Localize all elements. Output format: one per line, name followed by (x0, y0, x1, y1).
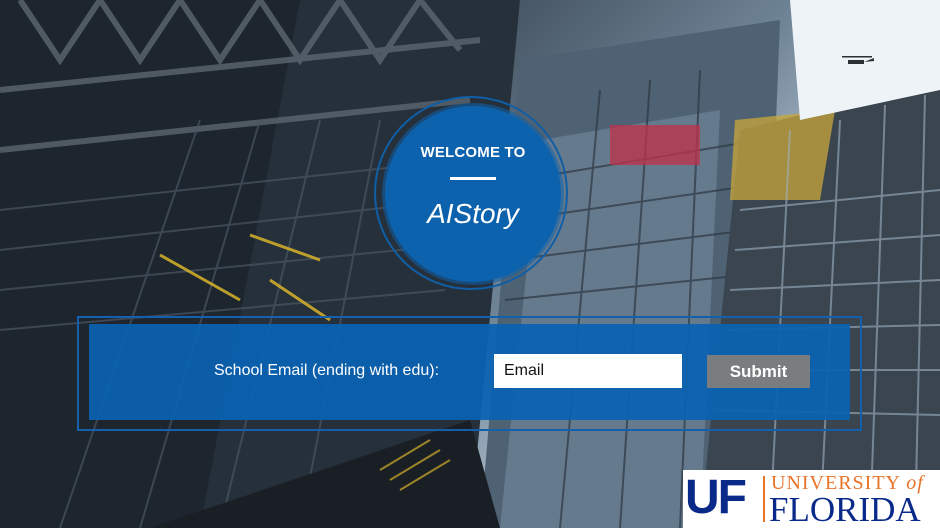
uf-logo-florida: FLORIDA (769, 490, 921, 529)
brand-name: AIStory (427, 198, 519, 229)
uf-logo-mark: UF (685, 471, 747, 524)
uf-logo: UF UNIVERSITY of FLORIDA (683, 470, 940, 528)
uf-logo-divider (763, 476, 765, 522)
welcome-circle: WELCOME TO AIStory (385, 106, 561, 282)
welcome-divider (450, 177, 496, 180)
welcome-title: WELCOME TO (420, 144, 526, 161)
email-form-panel: School Email (ending with edu): Submit (89, 324, 850, 420)
email-label: School Email (ending with edu): (214, 362, 440, 379)
email-input[interactable] (494, 354, 682, 388)
submit-button[interactable]: Submit (707, 355, 810, 388)
